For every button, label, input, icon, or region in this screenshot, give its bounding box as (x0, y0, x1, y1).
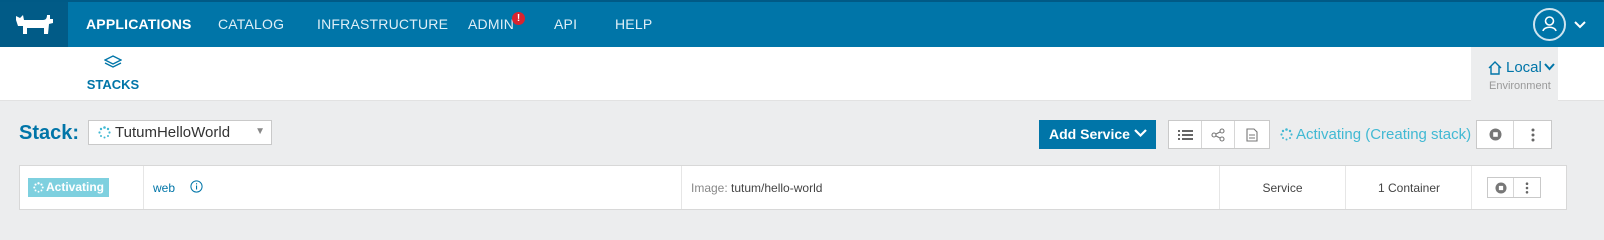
caret-down-icon: ▼ (255, 126, 265, 137)
service-more-button[interactable] (1514, 178, 1540, 197)
tab-stacks-label: STACKS (86, 77, 140, 92)
chevron-down-icon[interactable] (1134, 128, 1147, 138)
image-info: Image: tutum/hello-world (691, 181, 822, 195)
stop-icon (1494, 181, 1507, 194)
compose-file-button[interactable] (1235, 121, 1268, 148)
add-service-button[interactable]: Add Service (1039, 120, 1156, 149)
stack-state-label: Activating (Creating stack) (1296, 126, 1472, 143)
user-icon (1542, 16, 1557, 32)
spinner-icon (98, 126, 111, 139)
info-icon[interactable] (190, 180, 203, 193)
top-nav: APPLICATIONS CATALOG INFRASTRUCTURE ADMI… (0, 0, 1604, 47)
stop-service-button[interactable] (1488, 178, 1515, 197)
view-button-group (1168, 120, 1270, 149)
stack-state: Activating (Creating stack) (1280, 126, 1471, 143)
state-cell: Activating (20, 166, 144, 209)
service-kind: Service (1262, 181, 1303, 195)
nav-help[interactable]: HELP (615, 2, 652, 47)
stack-action-group (1476, 120, 1552, 149)
chevron-down-icon[interactable] (1574, 17, 1586, 35)
share-graph-icon (1211, 127, 1225, 142)
image-value: tutum/hello-world (731, 181, 823, 195)
environment-name: Local (1506, 59, 1542, 76)
stop-icon (1489, 128, 1501, 141)
stop-stack-button[interactable] (1477, 121, 1514, 148)
more-vertical-icon (1525, 181, 1529, 194)
chevron-down-icon (1544, 63, 1555, 71)
service-action-group (1487, 177, 1541, 198)
nav-admin[interactable]: ADMIN (468, 2, 514, 47)
nav-api[interactable]: API (554, 2, 577, 47)
add-service-label: Add Service (1049, 126, 1130, 142)
graph-view-button[interactable] (1202, 121, 1235, 148)
environment-switcher[interactable]: Local Environment (1471, 47, 1558, 101)
tab-stacks[interactable]: STACKS (86, 55, 140, 92)
spinner-icon (1280, 128, 1293, 141)
spinner-icon (33, 182, 44, 193)
nav-applications[interactable]: APPLICATIONS (86, 2, 192, 47)
service-name-link[interactable]: web (153, 181, 175, 195)
more-vertical-icon (1531, 128, 1534, 141)
list-view-button[interactable] (1169, 121, 1202, 148)
user-menu-button[interactable] (1533, 8, 1566, 41)
rancher-logo-icon[interactable] (0, 2, 68, 47)
list-icon (1177, 129, 1193, 140)
stack-select-value: TutumHelloWorld (115, 124, 231, 141)
home-icon (1488, 61, 1502, 75)
status-badge: Activating (28, 178, 110, 197)
status-badge-label: Activating (46, 180, 105, 194)
layers-icon (103, 55, 123, 68)
admin-alert-badge: ! (512, 12, 525, 25)
stack-more-button[interactable] (1514, 121, 1551, 148)
nav-infrastructure[interactable]: INFRASTRUCTURE (317, 2, 448, 47)
name-cell (144, 166, 682, 209)
stack-select[interactable]: TutumHelloWorld ▼ (88, 120, 272, 145)
image-label: Image: (691, 181, 728, 195)
environment-label: Environment (1489, 80, 1551, 92)
page-title: Stack: (19, 122, 80, 144)
container-count: 1 Container (1377, 181, 1441, 195)
nav-catalog[interactable]: CATALOG (218, 2, 284, 47)
table-row: Activating web Image: tutum/hello-world … (19, 165, 1567, 210)
sub-nav: STACKS Local Environment (0, 47, 1604, 101)
document-icon (1245, 127, 1258, 142)
